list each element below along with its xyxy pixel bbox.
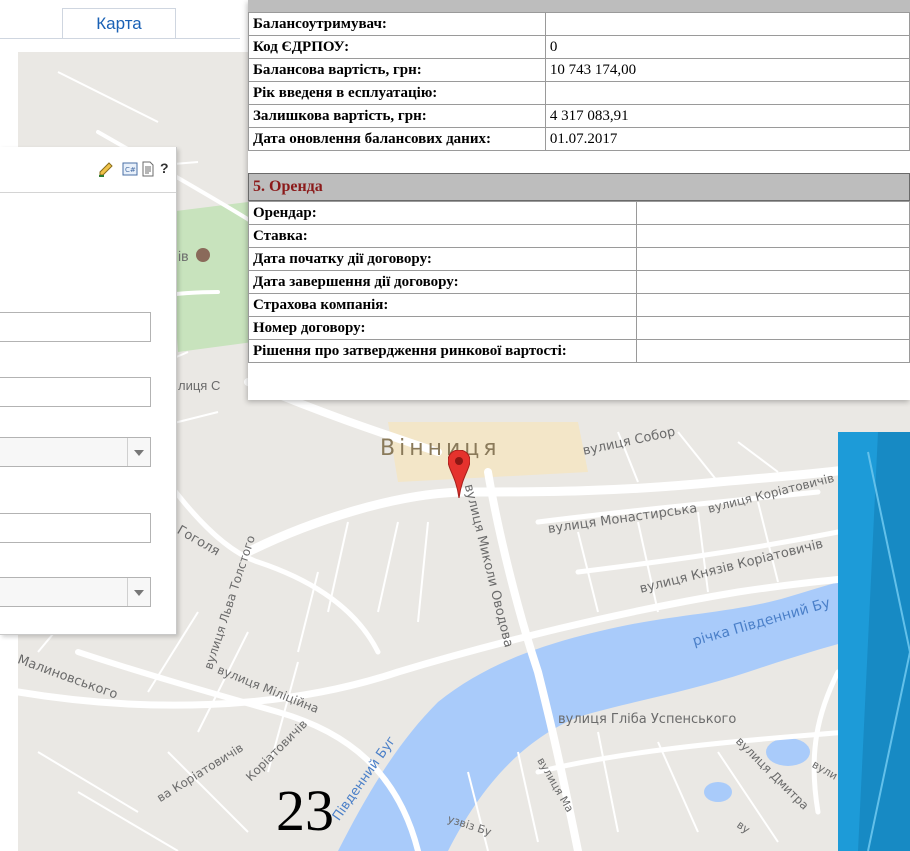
balance-row: Балансоутримувач: bbox=[248, 12, 910, 36]
balance-label: Код ЄДРПОУ: bbox=[248, 35, 546, 59]
form-toolbar: C# ? bbox=[0, 147, 176, 193]
rent-value bbox=[635, 201, 910, 225]
map-marker-icon[interactable] bbox=[448, 450, 470, 498]
document-icon[interactable] bbox=[140, 161, 156, 177]
rent-value bbox=[635, 247, 910, 271]
rent-section-title: 5. Оренда bbox=[248, 173, 910, 201]
select-field-1[interactable] bbox=[0, 437, 151, 467]
rent-value bbox=[635, 270, 910, 294]
rent-row: Страхова компанія: bbox=[248, 293, 910, 317]
chevron-down-icon[interactable] bbox=[127, 578, 150, 606]
rent-row: Дата початку дії договору: bbox=[248, 247, 910, 271]
slide-decoration bbox=[838, 432, 910, 851]
street-fragment-label: лиця С bbox=[178, 378, 221, 393]
rent-row: Дата завершення дії договору: bbox=[248, 270, 910, 294]
balance-table: Балансоутримувач: Код ЄДРПОУ: 0 Балансова в… bbox=[248, 12, 910, 151]
balance-value bbox=[544, 81, 910, 105]
balance-value bbox=[544, 12, 910, 36]
rent-row: Рішення про затвердження ринкової вартос… bbox=[248, 339, 910, 363]
rent-label: Дата завершення дії договору: bbox=[248, 270, 637, 294]
balance-value: 0 bbox=[544, 35, 910, 59]
rent-value bbox=[635, 339, 910, 363]
balance-value: 10 743 174,00 bbox=[544, 58, 910, 82]
object-info-panel: Балансоутримувач: Код ЄДРПОУ: 0 Балансова в… bbox=[248, 0, 910, 400]
balance-value: 4 317 083,91 bbox=[544, 104, 910, 128]
tab-map[interactable]: Карта bbox=[62, 8, 176, 39]
balance-label: Рік введеня в есплуатацію: bbox=[248, 81, 546, 105]
chevron-down-icon[interactable] bbox=[127, 438, 150, 466]
rent-row: Ставка: bbox=[248, 224, 910, 248]
museum-icon bbox=[196, 248, 210, 262]
balance-label: Дата оновлення балансових даних: bbox=[248, 127, 546, 151]
rent-label: Рішення про затвердження ринкової вартос… bbox=[248, 339, 637, 363]
balance-value: 01.07.2017 bbox=[544, 127, 910, 151]
map-label-city: Вінниця bbox=[380, 436, 501, 461]
text-field-1[interactable] bbox=[0, 312, 151, 342]
text-field-3[interactable] bbox=[0, 513, 151, 543]
map-label-hliba: вулиця Гліба Успенського bbox=[558, 712, 737, 727]
balance-row: Код ЄДРПОУ: 0 bbox=[248, 35, 910, 59]
rent-label: Страхова компанія: bbox=[248, 293, 637, 317]
balance-row: Рік введеня в есплуатацію: bbox=[248, 81, 910, 105]
code-icon[interactable]: C# bbox=[122, 161, 138, 177]
select-field-2[interactable] bbox=[0, 577, 151, 607]
edit-icon[interactable] bbox=[98, 161, 114, 177]
rent-label: Орендар: bbox=[248, 201, 637, 225]
balance-row: Залишкова вартість, грн: 4 317 083,91 bbox=[248, 104, 910, 128]
balance-label: Балансова вартість, грн: bbox=[248, 58, 546, 82]
help-icon[interactable]: ? bbox=[160, 160, 169, 176]
form-panel: C# ? bbox=[0, 147, 177, 635]
rent-table: Орендар: Ставка: Дата початку дії договору… bbox=[248, 201, 910, 363]
rent-value bbox=[635, 293, 910, 317]
rent-value bbox=[635, 224, 910, 248]
rent-label: Ставка: bbox=[248, 224, 637, 248]
rent-row: Орендар: bbox=[248, 201, 910, 225]
text-field-2[interactable] bbox=[0, 377, 151, 407]
rent-label: Номер договору: bbox=[248, 316, 637, 340]
rent-value bbox=[635, 316, 910, 340]
svg-text:C#: C# bbox=[125, 166, 136, 174]
tab-divider bbox=[0, 38, 240, 39]
page-number: 23 bbox=[276, 778, 334, 843]
balance-label: Балансоутримувач: bbox=[248, 12, 546, 36]
rent-row: Номер договору: bbox=[248, 316, 910, 340]
balance-row: Дата оновлення балансових даних: 01.07.20… bbox=[248, 127, 910, 151]
balance-row: Балансова вартість, грн: 10 743 174,00 bbox=[248, 58, 910, 82]
balance-label: Залишкова вартість, грн: bbox=[248, 104, 546, 128]
map-fragment-label: ів bbox=[178, 248, 189, 264]
rent-label: Дата початку дії договору: bbox=[248, 247, 637, 271]
